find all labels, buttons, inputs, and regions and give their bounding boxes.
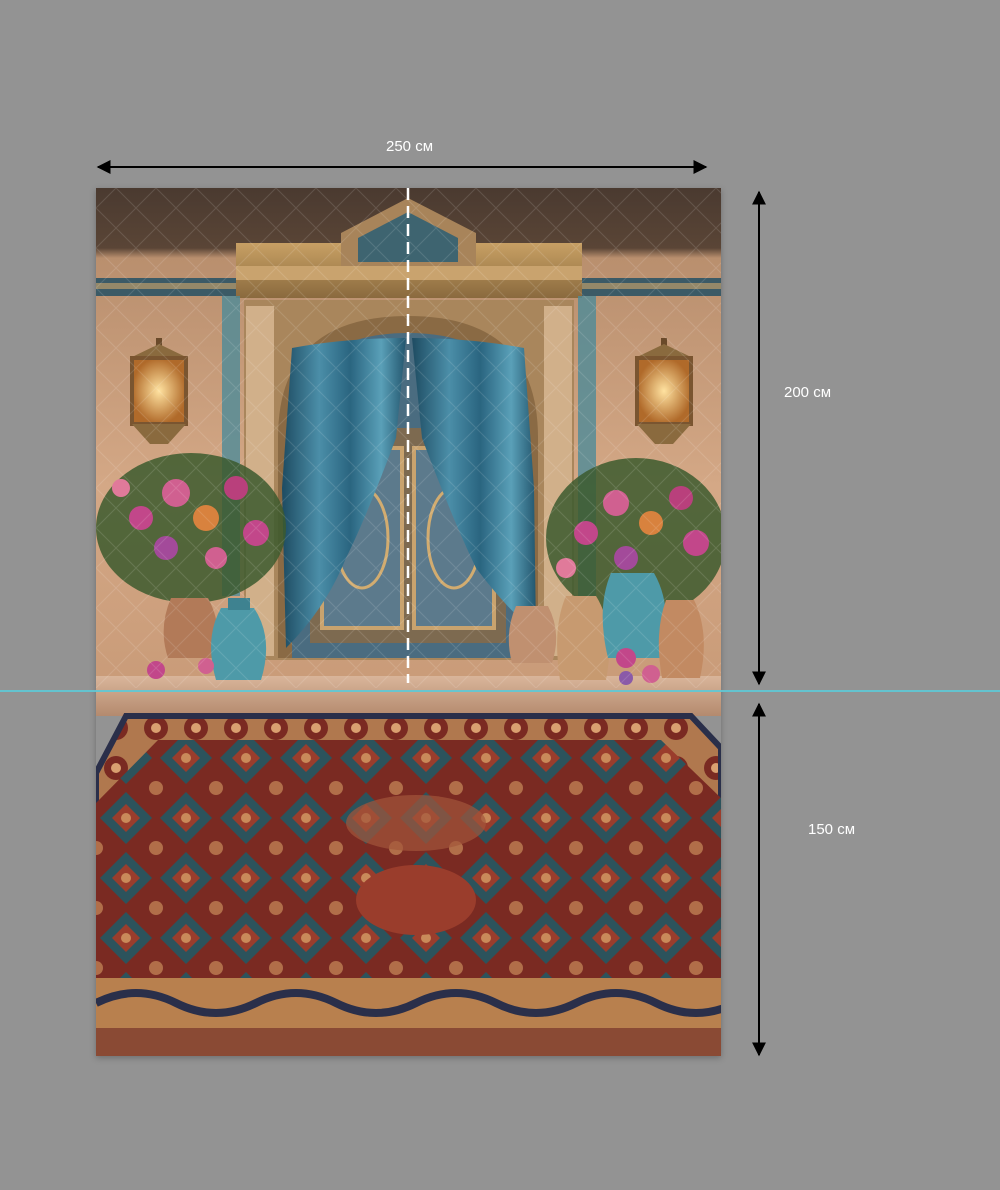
section-split-line	[0, 690, 1000, 692]
backdrop-artwork	[96, 188, 721, 1056]
persian-rug	[96, 713, 721, 1056]
